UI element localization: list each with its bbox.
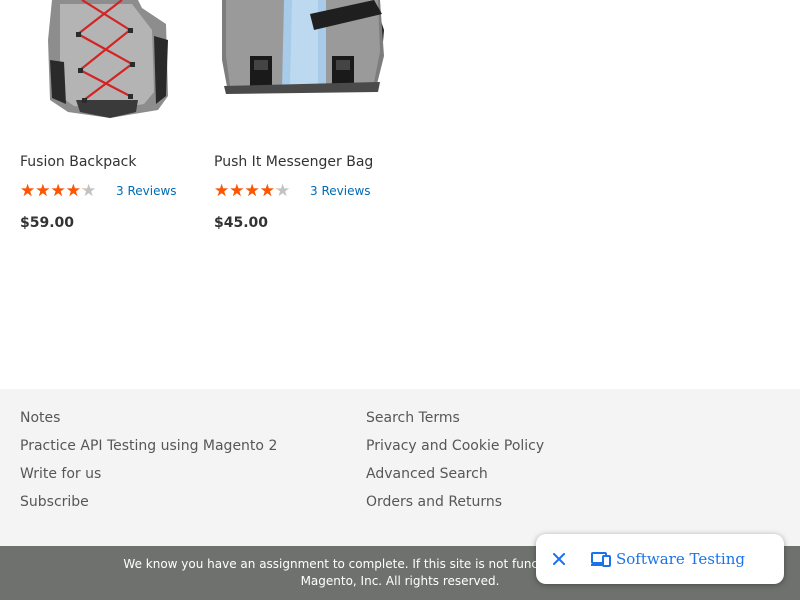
product-price: $45.00 [214, 215, 269, 231]
widget-label[interactable]: Software Testing [616, 550, 745, 568]
software-testing-widget[interactable]: Software Testing [536, 534, 784, 584]
footer-link-api-testing[interactable]: Practice API Testing using Magento 2 [20, 434, 277, 462]
footer-link-subscribe[interactable]: Subscribe [20, 490, 277, 518]
product-name-link[interactable]: Push It Messenger Bag [214, 154, 373, 170]
product-rating: ★★★★★ ★★★★★ 3 Reviews [214, 182, 371, 200]
footer-link-advanced-search[interactable]: Advanced Search [366, 462, 544, 490]
close-icon[interactable] [536, 534, 582, 584]
footer-link-orders-returns[interactable]: Orders and Returns [366, 490, 544, 518]
star-filled-icon: ★★★★★ [20, 182, 83, 200]
product-image-messenger-bag[interactable] [214, 0, 394, 140]
star-filled-icon: ★★★★★ [214, 182, 277, 200]
devices-icon [590, 534, 612, 584]
page-footer: Notes Practice API Testing using Magento… [0, 389, 800, 546]
reviews-link[interactable]: 3 Reviews [310, 184, 371, 198]
product-image-backpack[interactable] [20, 0, 200, 140]
rating-stars: ★★★★★ ★★★★★ [214, 182, 304, 200]
product-rating: ★★★★★ ★★★★★ 3 Reviews [20, 182, 177, 200]
footer-links-left: Notes Practice API Testing using Magento… [20, 406, 277, 518]
footer-link-write-for-us[interactable]: Write for us [20, 462, 277, 490]
footer-link-privacy[interactable]: Privacy and Cookie Policy [366, 434, 544, 462]
product-name-link[interactable]: Fusion Backpack [20, 154, 137, 170]
footer-links-right: Search Terms Privacy and Cookie Policy A… [366, 406, 544, 518]
product-grid: Fusion Backpack ★★★★★ ★★★★★ 3 Reviews $5… [0, 0, 800, 389]
reviews-link[interactable]: 3 Reviews [116, 184, 177, 198]
product-price: $59.00 [20, 215, 75, 231]
footer-link-search-terms[interactable]: Search Terms [366, 406, 544, 434]
rating-stars: ★★★★★ ★★★★★ [20, 182, 110, 200]
footer-link-notes[interactable]: Notes [20, 406, 277, 434]
